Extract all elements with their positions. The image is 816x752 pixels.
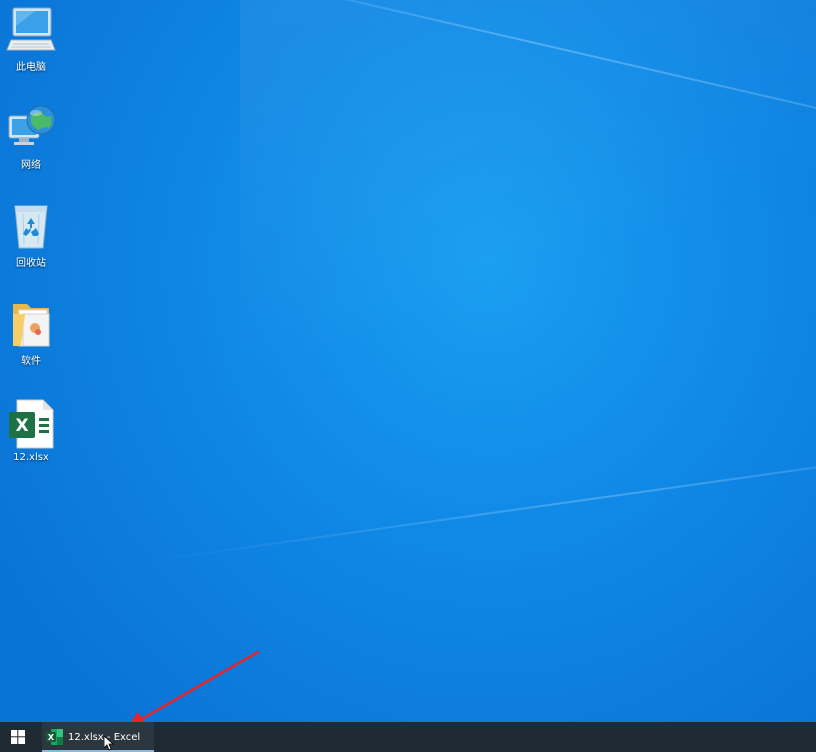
wallpaper-beam xyxy=(150,454,816,562)
desktop-icon-label: 软件 xyxy=(21,356,41,367)
folder-icon xyxy=(5,298,57,350)
svg-text:X: X xyxy=(15,416,28,436)
wallpaper-beam xyxy=(179,0,816,165)
recycle-bin-icon xyxy=(5,200,57,252)
windows-logo-icon xyxy=(11,730,25,744)
mouse-cursor-icon xyxy=(104,736,115,751)
desktop-icon-label: 回收站 xyxy=(16,258,46,269)
computer-icon xyxy=(5,4,57,56)
annotation-arrow xyxy=(126,650,260,728)
excel-icon: X xyxy=(46,729,63,745)
desktop-icon-label: 此电脑 xyxy=(16,62,46,73)
desktop-icon-recycle-bin[interactable]: 回收站 xyxy=(2,200,60,269)
wallpaper-light xyxy=(240,0,816,400)
desktop-icon-excel-file[interactable]: X 12.xlsx xyxy=(2,398,60,463)
network-icon xyxy=(5,102,57,154)
desktop-icon-network[interactable]: 网络 xyxy=(2,102,60,171)
taskbar-item-excel[interactable]: X 12.xlsx - Excel xyxy=(42,722,155,752)
desktop-icon-this-pc[interactable]: 此电脑 xyxy=(2,4,60,73)
svg-text:X: X xyxy=(48,733,55,742)
desktop-icon-software-folder[interactable]: 软件 xyxy=(2,298,60,367)
start-button[interactable] xyxy=(0,722,36,752)
desktop[interactable]: 此电脑 网络 回收站 软件 X 12.xlsx X 12.xlsx - Exce… xyxy=(0,0,816,752)
desktop-icon-label: 网络 xyxy=(21,160,41,171)
excel-file-icon: X xyxy=(5,398,57,450)
taskbar: X 12.xlsx - Excel xyxy=(0,722,816,752)
desktop-icon-label: 12.xlsx xyxy=(13,452,49,463)
